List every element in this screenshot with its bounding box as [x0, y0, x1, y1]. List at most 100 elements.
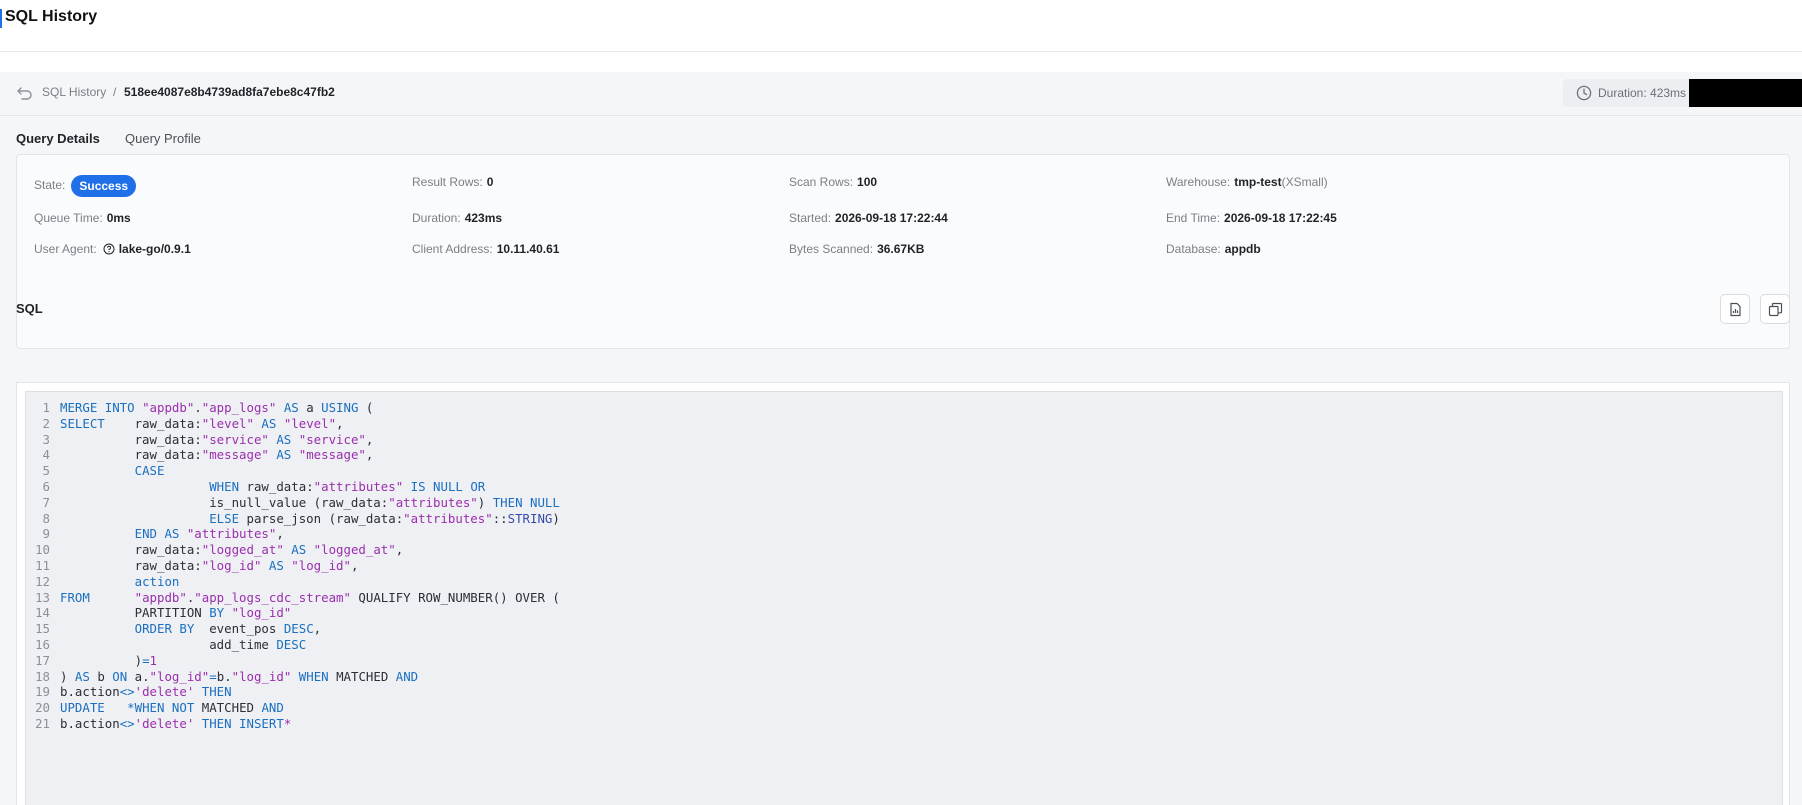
field-client-address: Client Address: 10.11.40.61	[412, 242, 560, 256]
query-info-card: State: Success Result Rows: 0 Scan Rows: 10…	[16, 154, 1790, 349]
code-token: )	[60, 668, 75, 684]
code-token: ,	[365, 447, 374, 463]
code-token: SELECT	[60, 415, 105, 431]
code-token: raw_data:	[60, 431, 202, 447]
code-token: add_time	[60, 637, 277, 652]
export-report-button[interactable]	[1720, 294, 1750, 324]
code-token: AS	[268, 447, 299, 463]
code-token: a	[306, 400, 322, 415]
code-token: "attributes"	[403, 510, 493, 526]
code-token: BY	[209, 605, 232, 621]
code-token: *	[283, 716, 292, 731]
code-token: ,	[365, 431, 374, 447]
code-token: 1	[149, 652, 157, 668]
top-bar: SQL History	[0, 0, 1802, 52]
code-token: a.	[134, 668, 150, 684]
back-arrow-icon[interactable]	[16, 84, 34, 102]
field-duration: Duration: 423ms	[412, 211, 503, 225]
code-token: b.action	[60, 716, 120, 731]
duration-pill-text: Duration: 423ms	[1598, 86, 1687, 100]
code-token: WHEN	[291, 668, 337, 684]
field-user-agent: User Agent: lake-go/0.9.1	[34, 242, 191, 256]
tab-query-profile[interactable]: Query Profile	[125, 131, 201, 146]
code-token: )	[477, 494, 493, 510]
code-token: "log_id"	[231, 605, 292, 621]
export-report-icon	[1730, 302, 1741, 317]
code-token: ELSE	[209, 510, 240, 526]
copy-sql-button[interactable]	[1760, 294, 1790, 324]
field-database: Database: appdb	[1166, 242, 1261, 256]
field-queue-time: Queue Time: 0ms	[34, 211, 131, 225]
code-token: ,	[350, 558, 359, 573]
code-token: "attributes"	[388, 494, 478, 510]
code-token: "appdb"	[142, 400, 195, 415]
code-token: ON	[112, 668, 135, 684]
redacted-block	[1689, 79, 1802, 107]
query-detail-panel: SQL History / 518ee4087e8b4739ad8fa7ebe8…	[0, 72, 1802, 805]
code-token: =	[142, 652, 150, 668]
clock-icon	[1576, 85, 1592, 101]
help-circle-icon[interactable]	[103, 243, 115, 255]
tab-query-details[interactable]: Query Details	[16, 131, 100, 146]
code-token: QUALIFY ROW_NUMBER() OVER (	[350, 589, 560, 605]
code-token: raw_data:	[60, 447, 202, 463]
code-token: "logged_at"	[313, 542, 396, 558]
code-token: MATCHED	[336, 668, 396, 684]
code-token: (	[358, 400, 374, 415]
code-token: event_pos	[194, 621, 284, 637]
code-token: AND	[395, 668, 419, 684]
code-token: "log_id"	[231, 668, 292, 684]
code-line: 21 b.action<>'delete' THEN INSERT*	[26, 715, 291, 733]
code-token: "log_id"	[149, 668, 210, 684]
duration-pill: Duration: 423ms	[1563, 79, 1802, 107]
code-token: ,	[336, 415, 344, 431]
code-token: 'delete'	[134, 684, 195, 700]
code-token: b	[97, 668, 113, 684]
code-token: AS	[276, 400, 307, 415]
breadcrumb-query-id: 518ee4087e8b4739ad8fa7ebe8c47fb2	[124, 85, 335, 99]
code-token: "appdb"	[134, 589, 187, 605]
code-token: UPDATE	[60, 700, 105, 716]
code-token: =	[209, 668, 217, 684]
code-token: ORDER BY	[134, 621, 195, 637]
code-token: ,	[276, 526, 284, 542]
sql-code-viewer[interactable]: 1 MERGE INTO "appdb"."app_logs" AS a USIN…	[25, 391, 1783, 805]
code-token: "log_id"	[201, 558, 262, 573]
field-warehouse: Warehouse: tmp-test(XSmall)	[1166, 175, 1328, 189]
code-token: "app_logs"	[201, 400, 277, 415]
code-token: DESC	[276, 637, 307, 652]
code-token: raw_data:	[60, 558, 202, 573]
breadcrumb: SQL History / 518ee4087e8b4739ad8fa7ebe8…	[0, 72, 1802, 116]
breadcrumb-root-link[interactable]: SQL History	[42, 85, 106, 99]
code-token: ::	[492, 510, 508, 526]
code-token: ,	[313, 621, 322, 637]
code-token: *WHEN NOT	[127, 700, 202, 716]
sql-section-title: SQL	[16, 301, 43, 316]
code-token: "level"	[201, 415, 254, 431]
code-token: )	[60, 652, 143, 668]
code-token: "app_logs_cdc_stream"	[194, 589, 351, 605]
sql-editor-container: 1 MERGE INTO "appdb"."app_logs" AS a USIN…	[16, 382, 1790, 805]
field-state: State: Success	[34, 175, 137, 197]
code-token: AS	[283, 542, 314, 558]
code-token: "message"	[201, 447, 269, 463]
code-token: IS NULL OR	[403, 479, 486, 494]
code-token: "service"	[201, 431, 269, 447]
line-number: 21	[35, 716, 50, 731]
field-bytes-scanned: Bytes Scanned: 36.67KB	[789, 242, 925, 256]
code-token: "level"	[283, 415, 337, 431]
code-token: "logged_at"	[201, 542, 284, 558]
code-token: raw_data:	[239, 479, 314, 494]
code-token: ,	[395, 542, 404, 558]
copy-icon	[1768, 302, 1783, 317]
code-token: THEN	[194, 684, 232, 700]
code-token: "log_id"	[291, 558, 351, 573]
code-token: "message"	[298, 447, 366, 463]
field-scan-rows: Scan Rows: 100	[789, 175, 878, 189]
code-token: AS	[253, 415, 284, 431]
page-title: SQL History	[5, 8, 98, 25]
